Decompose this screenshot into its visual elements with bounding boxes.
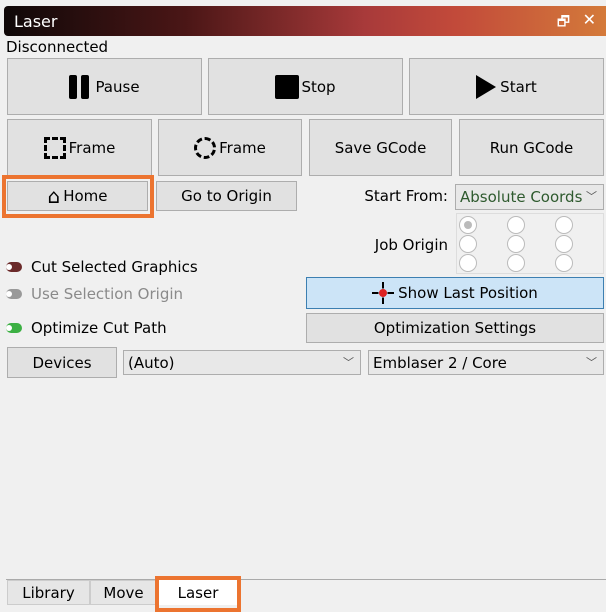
port-select[interactable]: (Auto) ﹀ (123, 350, 361, 375)
start-label: Start (500, 77, 537, 96)
window-title: Laser (14, 12, 58, 31)
origin-radio-top-center[interactable] (507, 216, 525, 234)
pause-icon (69, 74, 90, 99)
stop-button[interactable]: Stop (208, 58, 403, 115)
use-selection-origin-toggle[interactable] (6, 289, 22, 299)
title-bar: Laser 🗗 ✕ (4, 6, 606, 36)
start-from-value: Absolute Coords (460, 188, 583, 206)
origin-radio-center[interactable] (507, 235, 525, 253)
go-to-origin-button[interactable]: Go to Origin (156, 181, 297, 211)
start-from-label: Start From: (364, 187, 448, 205)
stop-icon (275, 74, 300, 99)
origin-radio-middle-left[interactable] (459, 235, 477, 253)
origin-radio-bottom-right[interactable] (555, 254, 573, 272)
origin-radio-bottom-center[interactable] (507, 254, 525, 272)
chevron-down-icon: ﹀ (586, 356, 597, 369)
optimization-settings-button[interactable]: Optimization Settings (306, 313, 604, 343)
pause-label: Pause (95, 77, 140, 96)
stop-label: Stop (301, 77, 336, 96)
origin-radio-bottom-left[interactable] (459, 254, 477, 272)
origin-radio-top-right[interactable] (555, 216, 573, 234)
frame-rect-button[interactable]: Frame (7, 119, 152, 176)
pause-button[interactable]: Pause (7, 58, 202, 115)
save-gcode-button[interactable]: Save GCode (309, 119, 452, 176)
frame-circle-icon (194, 136, 217, 159)
origin-radio-middle-right[interactable] (555, 235, 573, 253)
home-button[interactable]: ⌂ Home (7, 181, 148, 211)
frame-circle-label: Frame (219, 138, 266, 157)
tab-laser[interactable]: Laser (159, 580, 237, 605)
chevron-down-icon: ﹀ (586, 190, 597, 203)
origin-radio-top-left[interactable] (459, 216, 477, 234)
frame-rect-icon (43, 136, 66, 159)
start-button[interactable]: Start (409, 58, 604, 115)
device-value: Emblaser 2 / Core (373, 353, 507, 372)
close-icon[interactable]: ✕ (583, 10, 596, 29)
optimize-cut-path-label: Optimize Cut Path (31, 319, 167, 337)
cut-selected-graphics-toggle[interactable] (6, 262, 22, 272)
job-origin-grid (456, 213, 604, 274)
start-from-select[interactable]: Absolute Coords ﹀ (455, 184, 604, 210)
frame-circle-button[interactable]: Frame (158, 119, 302, 176)
home-label: Home (63, 187, 108, 205)
home-icon: ⌂ (47, 184, 61, 208)
port-value: (Auto) (128, 353, 175, 372)
cut-selected-graphics-label: Cut Selected Graphics (31, 258, 198, 276)
run-gcode-button[interactable]: Run GCode (459, 119, 604, 176)
restore-icon[interactable]: 🗗 (557, 11, 570, 35)
show-last-position-label: Show Last Position (398, 284, 538, 302)
frame-rect-label: Frame (68, 138, 116, 157)
tab-library[interactable]: Library (7, 580, 90, 605)
use-selection-origin-label: Use Selection Origin (31, 285, 184, 303)
crosshair-icon (372, 282, 395, 304)
device-select[interactable]: Emblaser 2 / Core ﹀ (368, 350, 604, 375)
devices-button[interactable]: Devices (7, 347, 117, 378)
show-last-position-button[interactable]: Show Last Position (306, 277, 604, 309)
chevron-down-icon: ﹀ (343, 356, 354, 369)
job-origin-label: Job Origin (374, 236, 448, 254)
play-icon (476, 74, 497, 99)
tab-move[interactable]: Move (90, 580, 157, 605)
optimize-cut-path-toggle[interactable] (6, 323, 22, 333)
connection-status: Disconnected (6, 38, 109, 56)
